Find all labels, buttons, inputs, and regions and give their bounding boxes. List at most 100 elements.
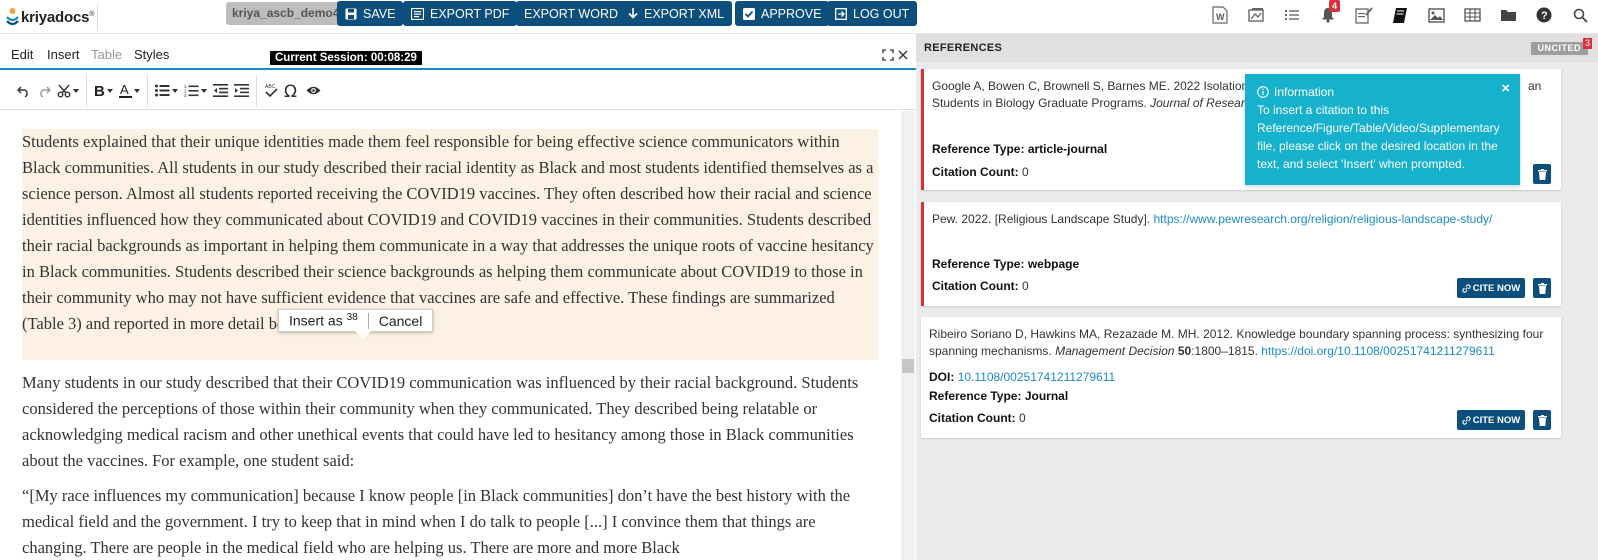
uncited-count-badge: 3 (1582, 38, 1592, 49)
book-icon[interactable] (1382, 0, 1418, 30)
popup-arrow (355, 331, 371, 339)
references-title: REFERENCES (924, 42, 1003, 54)
reference-type: Reference Type: article-journal (932, 142, 1108, 156)
reference-citation-text: Pew. 2022. [Religious Landscape Study]. … (932, 212, 1493, 226)
trash-icon (1537, 282, 1547, 294)
outdent-icon[interactable] (210, 77, 231, 105)
numbered-list-icon[interactable]: 123 (181, 77, 210, 105)
scrollbar-thumb[interactable] (902, 359, 914, 373)
search-icon[interactable] (1562, 0, 1598, 30)
citation-count: Citation Count: 0 (932, 279, 1029, 293)
save-button[interactable]: SAVE (337, 1, 404, 26)
list-icon[interactable] (1274, 0, 1310, 30)
reference-url-link[interactable]: https://www.pewresearch.org/religion/rel… (1154, 212, 1493, 226)
session-timer: Current Session: 00:08:29 (270, 51, 422, 65)
svg-text:ABC: ABC (265, 84, 276, 90)
fullscreen-icon[interactable] (882, 49, 894, 61)
text-style-group: B A (87, 74, 148, 107)
export-xml-button[interactable]: EXPORT XML (620, 1, 733, 26)
paragraph-highlighted[interactable]: Students explained that their unique ide… (22, 129, 878, 360)
history-group (10, 74, 87, 107)
font-color-icon[interactable]: A (116, 77, 143, 105)
reference-card[interactable]: Ribeiro Soriano D, Hawkins MA, Rezazade … (921, 317, 1561, 438)
delete-reference-button[interactable] (1533, 278, 1551, 298)
info-header: Information (1257, 83, 1508, 101)
menu-styles[interactable]: Styles (134, 47, 169, 62)
editor-scrollbar[interactable] (901, 111, 915, 560)
cite-now-button[interactable]: CITE NOW (1457, 278, 1525, 298)
export-word-button[interactable]: EXPORT WORD (516, 1, 626, 26)
download-icon (628, 7, 638, 19)
indent-icon[interactable] (231, 77, 252, 105)
cut-icon[interactable] (54, 77, 82, 105)
citation-count: Citation Count: 0 (929, 411, 1026, 425)
uncited-filter-button[interactable]: UNCITED (1530, 42, 1588, 55)
link-icon (1462, 415, 1471, 425)
document-body[interactable]: Students explained that their unique ide… (0, 111, 900, 560)
delete-reference-button[interactable] (1533, 410, 1551, 430)
info-icon (1257, 86, 1269, 98)
check-icon (743, 7, 755, 20)
svg-text:?: ? (1541, 10, 1548, 22)
reference-card[interactable]: Pew. 2022. [Religious Landscape Study]. … (921, 202, 1561, 306)
pdf-icon (411, 7, 424, 20)
reference-type: Reference Type: webpage (932, 257, 1080, 271)
tools-group: ABC Ω (257, 75, 328, 107)
bold-icon[interactable]: B (91, 77, 116, 105)
user-name-chip: kriya_ascb_demo4 (226, 2, 346, 25)
notification-count-badge: 4 (1329, 0, 1341, 12)
list-group: 123 (148, 74, 257, 107)
reference-doi: DOI: 10.1108/00251741211279611 (929, 370, 1116, 384)
svg-text:W: W (1216, 12, 1225, 22)
quote-paragraph[interactable]: “[My race influences my communication] b… (22, 483, 878, 560)
undo-icon[interactable] (14, 77, 34, 105)
logout-icon (835, 7, 847, 20)
table-icon[interactable] (1454, 0, 1490, 30)
citation-count: Citation Count: 0 (932, 165, 1029, 179)
cite-now-button[interactable]: CITE NOW (1457, 410, 1525, 430)
redo-icon[interactable] (34, 77, 54, 105)
insert-as-button[interactable]: Insert as 38 (279, 312, 368, 329)
close-info-icon[interactable]: × (1501, 80, 1510, 98)
logo-text: kriyadocs® (21, 8, 95, 26)
editor-menu-bar: Edit Insert Table Styles Current Session… (0, 40, 916, 70)
export-pdf-button[interactable]: EXPORT PDF (403, 1, 518, 26)
logout-button[interactable]: LOG OUT (827, 1, 918, 26)
top-bar: kriyadocs® kriya_ascb_demo4 SAVE EXPORT … (0, 0, 1598, 34)
cancel-button[interactable]: Cancel (367, 312, 433, 329)
reference-url-link[interactable]: https://doi.org/10.1108/0025174121127961… (1261, 344, 1495, 358)
menu-edit[interactable]: Edit (11, 47, 33, 62)
logo-mark-icon (6, 8, 19, 26)
svg-text:B: B (94, 84, 105, 97)
link-icon (1462, 283, 1471, 293)
insert-citation-popup: Insert as 38 Cancel (278, 309, 434, 339)
top-right-toolbar: W 4 ? (1202, 0, 1598, 30)
special-character-icon[interactable]: Ω (281, 77, 303, 105)
preview-eye-icon[interactable] (303, 77, 324, 105)
close-editor-icon[interactable] (897, 49, 909, 61)
info-message: To insert a citation to this Reference/F… (1257, 103, 1500, 171)
approve-button[interactable]: APPROVE (735, 1, 830, 26)
picture-icon[interactable] (1418, 0, 1454, 30)
app-logo[interactable]: kriyadocs® (6, 4, 98, 30)
bullet-list-icon[interactable] (152, 77, 181, 105)
spellcheck-icon[interactable]: ABC (261, 77, 281, 105)
delete-reference-button[interactable] (1533, 164, 1551, 184)
menu-insert[interactable]: Insert (47, 47, 80, 62)
reference-type: Reference Type: Journal (929, 389, 1069, 403)
menu-table[interactable]: Table (91, 47, 122, 62)
help-icon[interactable]: ? (1526, 0, 1562, 30)
format-toolbar: B A 123 ABC Ω (0, 72, 916, 110)
bell-icon[interactable]: 4 (1310, 0, 1346, 30)
save-icon (345, 8, 357, 19)
paragraph[interactable]: Many students in our study described tha… (22, 370, 878, 474)
image-gallery-icon[interactable] (1238, 0, 1274, 30)
svg-text:A: A (120, 83, 129, 97)
svg-text:Ω: Ω (284, 83, 297, 99)
references-header: REFERENCES UNCITED 3 (916, 34, 1598, 62)
folder-icon[interactable] (1490, 0, 1526, 30)
doi-link[interactable]: 10.1108/00251741211279611 (958, 370, 1116, 384)
information-popup: Information To insert a citation to this… (1245, 74, 1520, 185)
word-icon[interactable]: W (1202, 0, 1238, 30)
edit-notes-icon[interactable] (1346, 0, 1382, 30)
